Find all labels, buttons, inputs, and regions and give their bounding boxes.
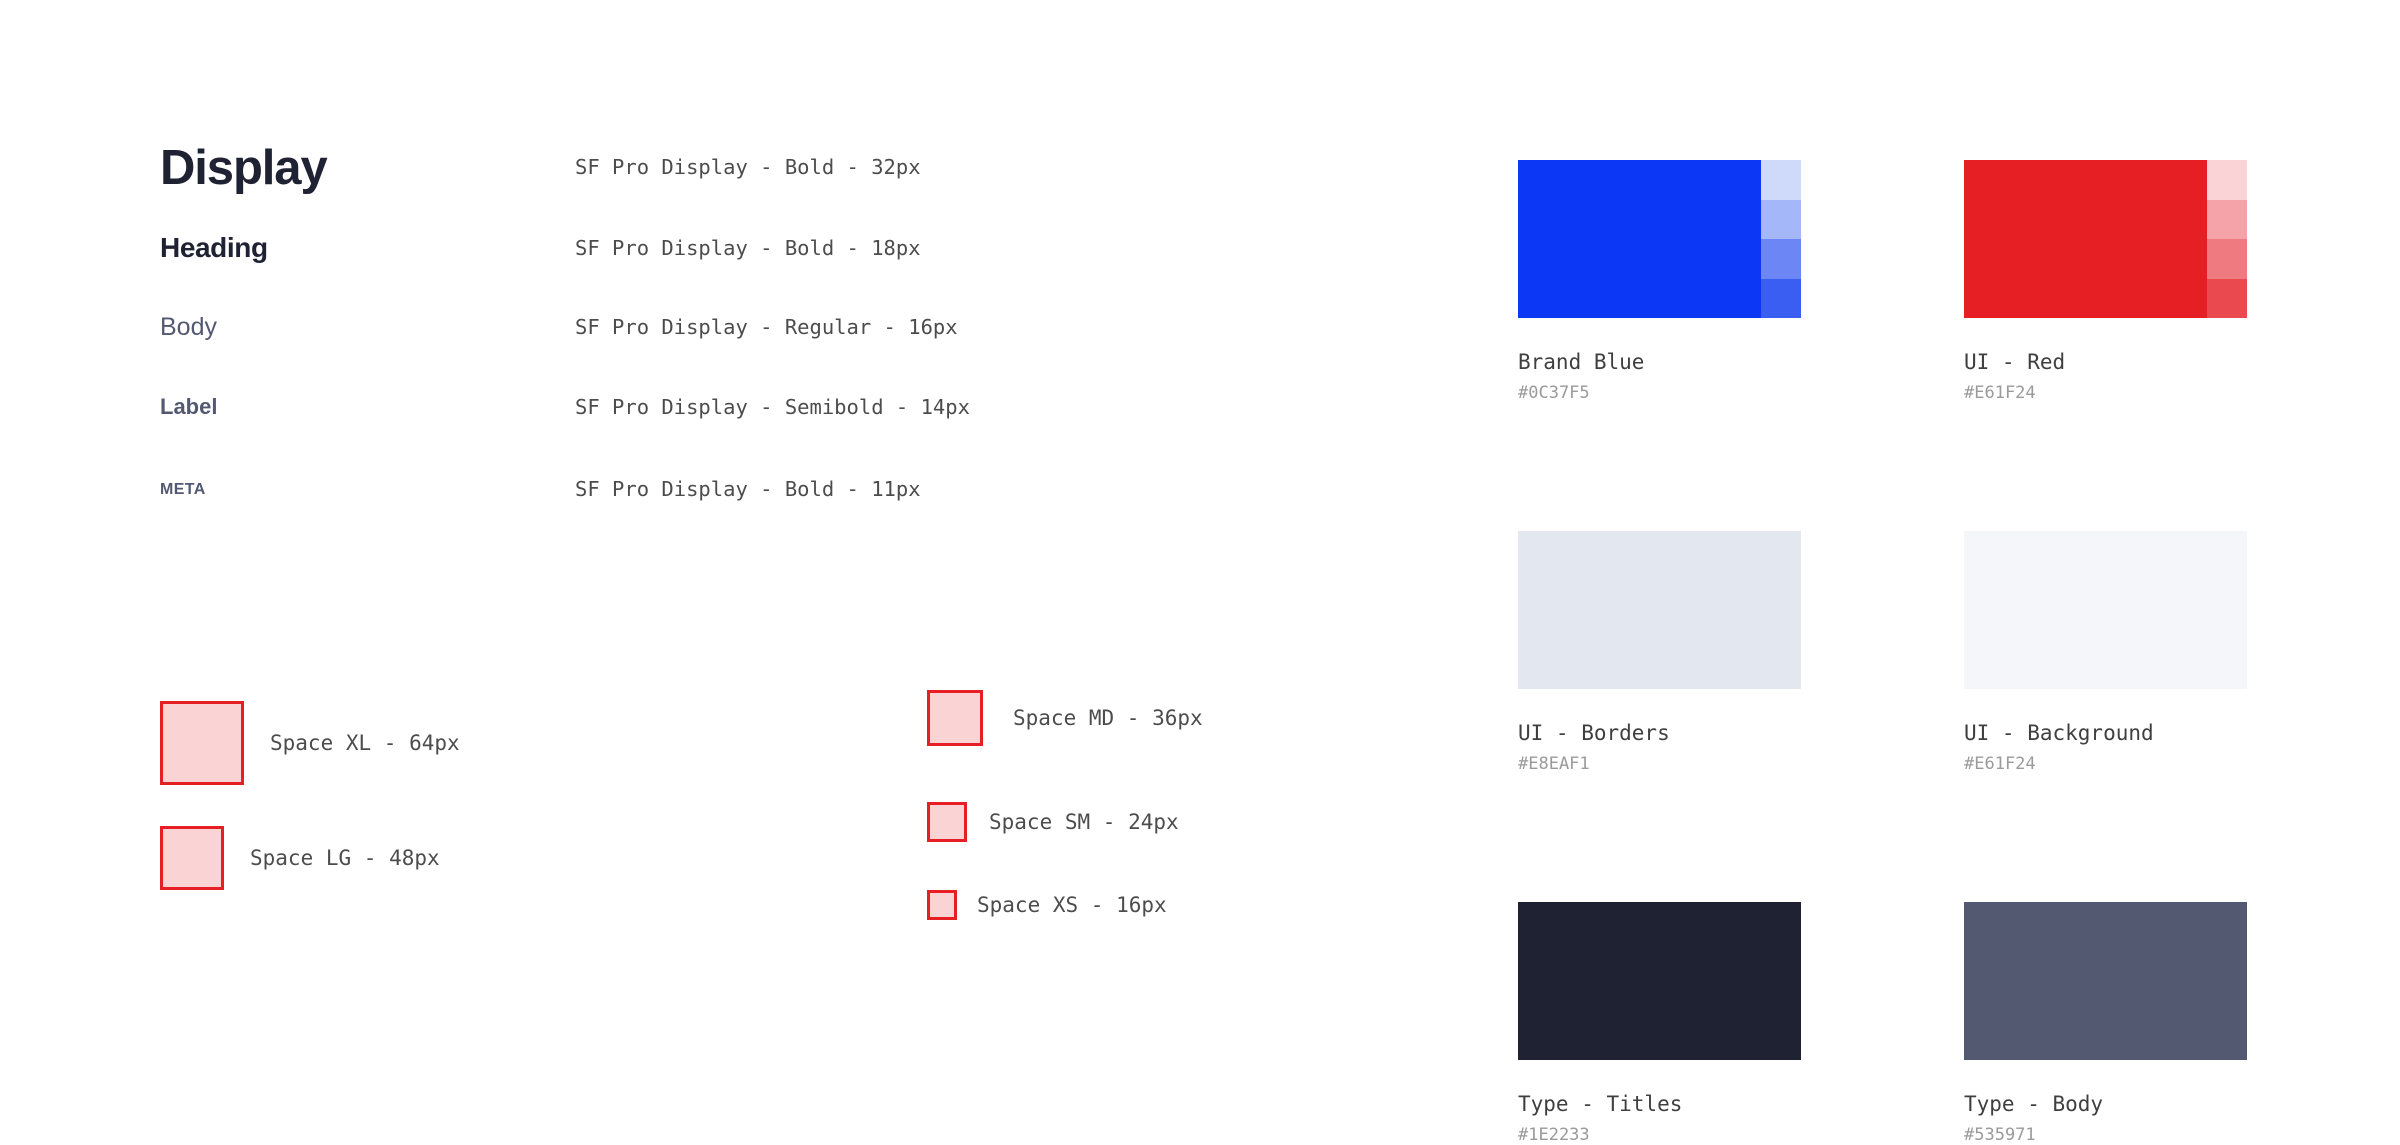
type-sample-label: Label xyxy=(160,394,218,419)
color-chip xyxy=(1518,531,1801,689)
color-hex-value: #1E2233 xyxy=(1518,1125,1590,1145)
typography-row-heading: Heading SF Pro Display - Bold - 18px xyxy=(160,232,1340,313)
color-hex-value: #E8EAF1 xyxy=(1518,754,1590,774)
color-tint-band-1 xyxy=(2207,160,2247,200)
type-spec-display: SF Pro Display - Bold - 32px xyxy=(575,155,921,179)
spacing-item-md: Space MD - 36px xyxy=(927,690,1203,746)
color-tint-strip xyxy=(2207,902,2247,1060)
color-palette-grid: Brand Blue #0C37F5 UI - Red #E61F24 UI -… xyxy=(1518,160,2247,1145)
typography-row-body: Body SF Pro Display - Regular - 16px xyxy=(160,313,1340,394)
spacing-section-right: Space MD - 36px Space SM - 24px Space XS… xyxy=(927,690,1203,920)
color-swatch-brand-blue: Brand Blue #0C37F5 xyxy=(1518,160,1801,403)
color-tint-strip xyxy=(1761,531,1801,689)
color-chip-base xyxy=(1518,902,1801,1060)
spacing-swatch-md xyxy=(927,690,983,746)
color-swatch-ui-borders: UI - Borders #E8EAF1 xyxy=(1518,531,1801,774)
color-name: UI - Red xyxy=(1964,350,2066,374)
typography-section: Display SF Pro Display - Bold - 32px Hea… xyxy=(160,140,1340,535)
type-spec-meta: SF Pro Display - Bold - 11px xyxy=(575,477,921,501)
spacing-item-xs: Space XS - 16px xyxy=(927,890,1203,920)
color-name: UI - Borders xyxy=(1518,721,1670,745)
color-swatch-ui-red: UI - Red #E61F24 xyxy=(1964,160,2247,403)
type-spec-label: SF Pro Display - Semibold - 14px xyxy=(575,395,970,419)
color-hex-value: #E61F24 xyxy=(1964,383,2036,403)
spacing-label-xs: Space XS - 16px xyxy=(977,893,1167,917)
color-tint-band-1 xyxy=(1761,160,1801,200)
color-hex-value: #E61F24 xyxy=(1964,754,2036,774)
color-chip-base xyxy=(1964,531,2247,689)
color-name: Type - Body xyxy=(1964,1092,2104,1116)
color-chip xyxy=(1518,902,1801,1060)
spacing-item-sm: Space SM - 24px xyxy=(927,802,1203,842)
color-chip xyxy=(1964,902,2247,1060)
color-tint-band-4 xyxy=(2207,278,2247,318)
color-tint-strip xyxy=(1761,160,1801,318)
color-swatch-ui-background: UI - Background #E61F24 xyxy=(1964,531,2247,774)
color-name: Type - Titles xyxy=(1518,1092,1683,1116)
color-chip xyxy=(1964,531,2247,689)
spacing-label-lg: Space LG - 48px xyxy=(250,846,440,870)
color-tint-band-2 xyxy=(1761,199,1801,239)
color-tint-strip xyxy=(1761,902,1801,1060)
spacing-item-xl: Space XL - 64px xyxy=(160,690,460,796)
color-hex-value: #535971 xyxy=(1964,1125,2036,1145)
spacing-swatch-xl xyxy=(160,701,244,785)
color-name: Brand Blue xyxy=(1518,350,1645,374)
color-tint-strip xyxy=(2207,531,2247,689)
color-chip-base xyxy=(1964,902,2247,1060)
color-tint-strip xyxy=(2207,160,2247,318)
color-chip xyxy=(1964,160,2247,318)
color-swatch-type-titles: Type - Titles #1E2233 xyxy=(1518,902,1801,1145)
color-tint-band-3 xyxy=(2207,239,2247,279)
typography-row-meta: META SF Pro Display - Bold - 11px xyxy=(160,475,1340,535)
color-name: UI - Background xyxy=(1964,721,2154,745)
spacing-label-sm: Space SM - 24px xyxy=(989,810,1179,834)
spacing-label-xl: Space XL - 64px xyxy=(270,731,460,755)
color-tint-band-3 xyxy=(1761,239,1801,279)
color-chip-base xyxy=(1518,160,1801,318)
type-sample-meta: META xyxy=(160,481,206,498)
type-sample-body: Body xyxy=(160,313,217,341)
color-tint-band-4 xyxy=(1761,278,1801,318)
spacing-swatch-xs xyxy=(927,890,957,920)
color-hex-value: #0C37F5 xyxy=(1518,383,1590,403)
color-chip-base xyxy=(1518,531,1801,689)
type-spec-heading: SF Pro Display - Bold - 18px xyxy=(575,236,921,260)
spacing-section-left: Space XL - 64px Space LG - 48px xyxy=(160,690,460,901)
type-spec-body: SF Pro Display - Regular - 16px xyxy=(575,315,958,339)
typography-row-display: Display SF Pro Display - Bold - 32px xyxy=(160,140,1340,232)
typography-row-label: Label SF Pro Display - Semibold - 14px xyxy=(160,394,1340,475)
spacing-swatch-sm xyxy=(927,802,967,842)
color-chip-base xyxy=(1964,160,2247,318)
color-swatch-type-body: Type - Body #535971 xyxy=(1964,902,2247,1145)
spacing-label-md: Space MD - 36px xyxy=(1013,706,1203,730)
spacing-swatch-lg xyxy=(160,826,224,890)
color-tint-band-2 xyxy=(2207,199,2247,239)
type-sample-heading: Heading xyxy=(160,232,268,263)
spacing-item-lg: Space LG - 48px xyxy=(160,815,460,901)
style-guide-page: Display SF Pro Display - Bold - 32px Hea… xyxy=(0,0,2400,1145)
color-chip xyxy=(1518,160,1801,318)
type-sample-display: Display xyxy=(160,141,328,195)
